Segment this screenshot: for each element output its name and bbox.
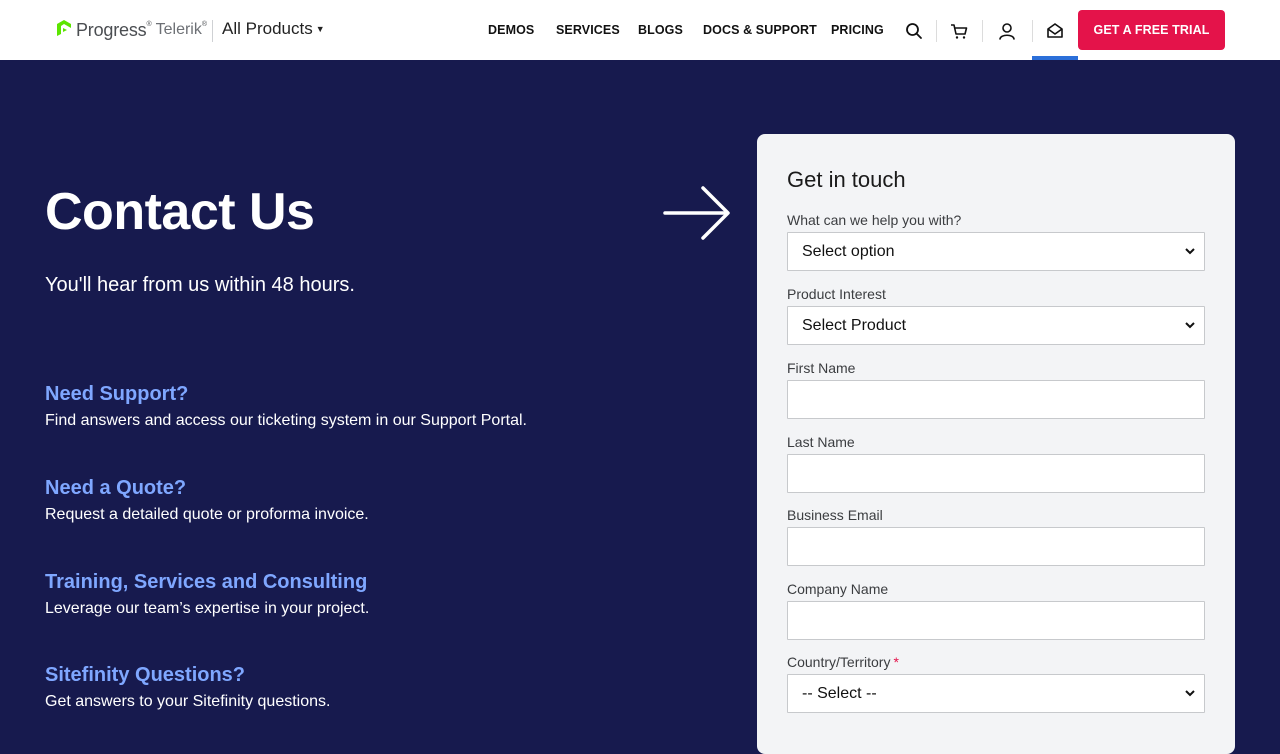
info-sitefinity-title[interactable]: Sitefinity Questions? [45, 664, 665, 687]
nav-link-demos[interactable]: DEMOS [488, 23, 534, 37]
country-label-text: Country/Territory [787, 654, 891, 670]
nav-link-pricing[interactable]: PRICING [831, 23, 884, 37]
country-select[interactable]: -- Select -- [787, 674, 1205, 713]
help-topic-label: What can we help you with? [787, 212, 962, 228]
info-training: Training, Services and Consulting Levera… [45, 571, 665, 618]
top-navigation: Progress ® Telerik ® All Products ▼ DEMOS… [0, 0, 1280, 60]
logo-registered-mark: ® [146, 20, 152, 28]
contact-form-card: Get in touch What can we help you with? … [757, 134, 1235, 754]
business-email-input[interactable] [787, 527, 1205, 566]
form-title: Get in touch [787, 167, 906, 192]
nav-divider [936, 20, 937, 42]
all-products-dropdown[interactable]: All Products ▼ [222, 19, 325, 39]
active-nav-indicator [1032, 56, 1078, 60]
company-name-label: Company Name [787, 581, 889, 597]
all-products-label: All Products [222, 19, 313, 38]
help-topic-value: Select option [802, 243, 895, 260]
nav-divider [982, 20, 983, 42]
contact-envelope-icon[interactable] [1045, 21, 1065, 41]
logo-registered-mark: ® [201, 20, 208, 28]
search-icon[interactable] [904, 21, 924, 41]
last-name-input[interactable] [787, 454, 1205, 493]
country-value: -- Select -- [802, 685, 877, 702]
chevron-down-icon [1185, 248, 1195, 255]
arrow-right-icon [663, 186, 730, 240]
logo-progress-text: Progress [76, 19, 147, 40]
info-training-text: Leverage our team’s expertise in your pr… [45, 600, 370, 617]
help-topic-select[interactable]: Select option [787, 232, 1205, 271]
nav-link-blogs[interactable]: BLOGS [638, 23, 683, 37]
nav-divider [1032, 20, 1033, 42]
info-sitefinity-text: Get answers to your Sitefinity questions… [45, 693, 331, 710]
chevron-down-icon [1185, 322, 1195, 329]
info-quote: Need a Quote? Request a detailed quote o… [45, 477, 665, 524]
info-sitefinity: Sitefinity Questions? Get answers to you… [45, 664, 665, 711]
nav-link-services[interactable]: SERVICES [556, 23, 620, 37]
user-icon[interactable] [997, 21, 1017, 41]
info-quote-title[interactable]: Need a Quote? [45, 477, 665, 500]
caret-down-icon: ▼ [315, 24, 325, 34]
hero-subtitle: You'll hear from us within 48 hours. [45, 274, 355, 296]
info-support: Need Support? Find answers and access ou… [45, 383, 665, 430]
page-title: Contact Us [45, 183, 315, 241]
first-name-label: First Name [787, 360, 856, 376]
logo-divider [212, 20, 213, 42]
info-training-title[interactable]: Training, Services and Consulting [45, 571, 665, 594]
business-email-label: Business Email [787, 507, 883, 523]
cart-icon[interactable] [949, 21, 969, 41]
last-name-label: Last Name [787, 434, 855, 450]
product-interest-value: Select Product [802, 317, 907, 334]
nav-link-docs-support[interactable]: DOCS & SUPPORT [703, 23, 817, 37]
free-trial-button[interactable]: GET A FREE TRIAL [1078, 10, 1225, 50]
first-name-input[interactable] [787, 380, 1205, 419]
info-support-text: Find answers and access our ticketing sy… [45, 412, 527, 429]
logo-telerik-text: Telerik [155, 21, 202, 38]
info-quote-text: Request a detailed quote or proforma inv… [45, 506, 369, 523]
company-name-input[interactable] [787, 601, 1205, 640]
product-interest-label: Product Interest [787, 286, 886, 302]
product-interest-select[interactable]: Select Product [787, 306, 1205, 345]
required-asterisk: * [893, 654, 899, 670]
progress-logo-icon [57, 20, 71, 36]
info-support-title[interactable]: Need Support? [45, 383, 665, 406]
chevron-down-icon [1185, 690, 1195, 697]
country-label: Country/Territory * [787, 654, 899, 670]
progress-telerik-logo[interactable]: Progress ® Telerik ® [55, 18, 207, 42]
